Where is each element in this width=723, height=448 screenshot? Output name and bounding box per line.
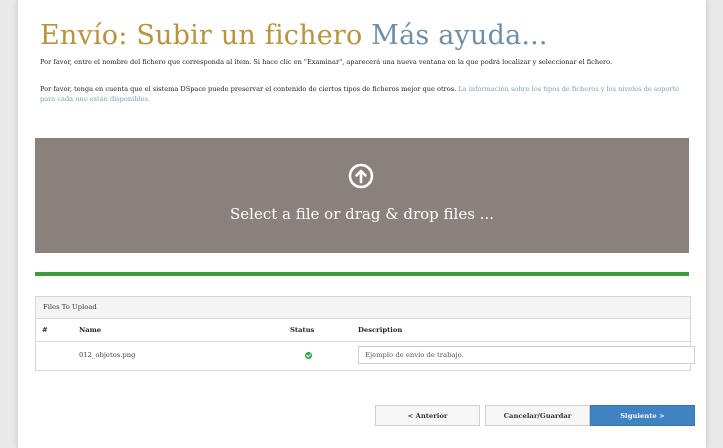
table-row: 012_objetos.png: [36, 342, 695, 369]
format-support-note: Por favor, tenga en cuenta que el sistem…: [40, 84, 690, 104]
upload-progress-bar: [35, 272, 689, 276]
column-header-status: Status: [290, 326, 315, 334]
column-header-number: #: [42, 326, 48, 334]
cancel-save-button[interactable]: Cancelar/Guardar: [485, 405, 590, 426]
upload-instructions: Por favor, entre el nombre del fichero q…: [40, 58, 613, 66]
file-dropzone[interactable]: Select a file or drag & drop files ...: [35, 138, 689, 253]
next-button[interactable]: Siguiente >: [590, 405, 695, 426]
column-header-name: Name: [79, 326, 102, 334]
previous-button[interactable]: < Anterior: [375, 405, 480, 426]
files-to-upload-panel: Files To Upload # Name Status Descriptio…: [35, 296, 695, 371]
more-help-link[interactable]: Más ayuda...: [371, 20, 547, 51]
files-table-header: # Name Status Description: [36, 319, 690, 342]
files-panel-heading: Files To Upload: [36, 297, 690, 319]
page-title: Envío: Subir un fichero Más ayuda...: [40, 20, 548, 52]
format-support-text: Por favor, tenga en cuenta que el sistem…: [40, 85, 457, 93]
submission-page: Envío: Subir un fichero Más ayuda... Por…: [18, 0, 706, 448]
file-name: 012_objetos.png: [79, 351, 136, 359]
file-description-input[interactable]: [358, 346, 695, 364]
page-title-main: Envío: Subir un fichero: [40, 20, 363, 51]
column-header-description: Description: [358, 326, 403, 334]
circle-arrow-up-icon: [348, 163, 374, 189]
status-ok-icon: [305, 352, 312, 359]
dropzone-label: Select a file or drag & drop files ...: [230, 205, 494, 223]
